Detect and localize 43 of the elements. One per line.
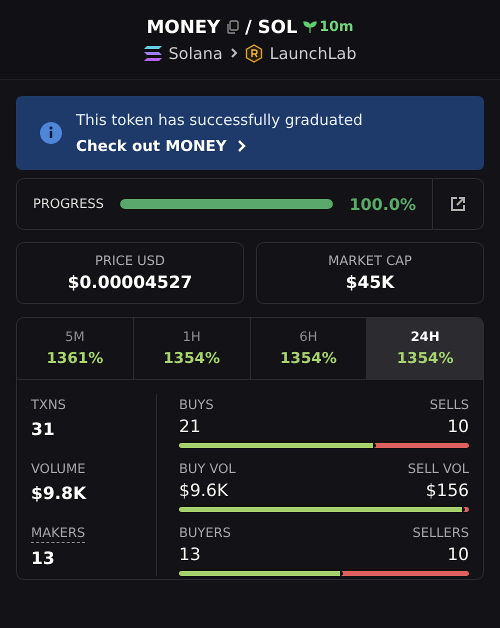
- token-symbol: MONEY: [146, 16, 220, 38]
- buy-label: BUYERS: [179, 526, 231, 542]
- quote-symbol: SOL: [258, 16, 298, 38]
- sell-label: SELL VOL: [408, 462, 469, 478]
- sell-label: SELLERS: [412, 526, 469, 542]
- banner-message: This token has successfully graduated: [76, 111, 363, 129]
- timeframe-tab[interactable]: 5M 1361%: [17, 318, 134, 379]
- buy-value: $9.6K: [179, 480, 228, 501]
- card-label: PRICE USD: [95, 254, 165, 268]
- buy-label: BUYS: [179, 398, 214, 414]
- external-link-icon[interactable]: [450, 196, 466, 212]
- copy-icon[interactable]: [226, 20, 240, 34]
- card-value: $45K: [346, 272, 394, 292]
- buy-label: BUY VOL: [179, 462, 236, 478]
- progress-reading: 100.0%: [349, 194, 416, 214]
- sell-value: 10: [447, 544, 469, 565]
- buy-value: 13: [179, 544, 201, 565]
- platform-link[interactable]: LaunchLab: [270, 44, 356, 62]
- check-out-link[interactable]: Check out MONEY: [76, 137, 363, 155]
- sell-value: $156: [426, 480, 469, 501]
- card-label: MARKET CAP: [328, 254, 412, 268]
- progress-label: PROGRESS: [33, 196, 104, 212]
- stat-label: MAKERS: [31, 526, 86, 543]
- info-icon: [40, 122, 62, 144]
- sell-label: SELLS: [430, 398, 469, 414]
- stat-value: 31: [31, 420, 56, 440]
- solana-logo-icon: [144, 46, 162, 60]
- chevron-right-icon: [230, 47, 238, 59]
- hexagon-logo-icon: [244, 44, 263, 62]
- chevron-right-icon: [236, 139, 247, 153]
- chain-link[interactable]: Solana: [168, 44, 223, 62]
- sell-value: 10: [447, 416, 469, 437]
- stat-label: TXNS: [31, 398, 67, 414]
- card-value: $0.00004527: [68, 272, 192, 292]
- stat-value: $9.8K: [31, 484, 88, 504]
- stat-label: VOLUME: [31, 462, 86, 478]
- timeframe-tab[interactable]: 24H 1354%: [367, 318, 483, 379]
- stat-value: 13: [31, 548, 56, 569]
- buy-value: 21: [179, 416, 201, 437]
- pair-separator: /: [245, 16, 252, 38]
- pair-age: 10m: [319, 19, 354, 35]
- sprout-icon: [303, 20, 318, 34]
- timeframe-tab[interactable]: 1H 1354%: [134, 318, 250, 379]
